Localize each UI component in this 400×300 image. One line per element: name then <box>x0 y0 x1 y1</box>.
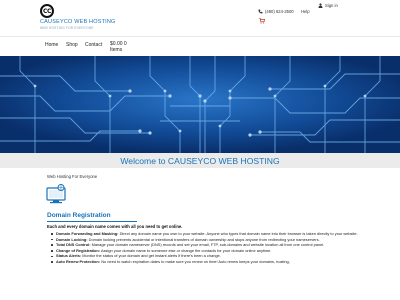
help-label: Help <box>301 9 310 14</box>
phone-link[interactable]: (480) 624-2500 <box>258 9 294 14</box>
nav-shop[interactable]: Shop <box>66 42 78 48</box>
site-header: CC CAUSEYCO WEB HOSTING WEB HOSTING FOR … <box>0 0 400 36</box>
feature-term: Domain Forwarding and Masking: <box>56 231 119 236</box>
cart-items-label: Items <box>110 47 123 53</box>
welcome-title: Welcome to CAUSEYCO WEB HOSTING <box>120 156 280 166</box>
service-title: Domain Registration <box>47 212 111 219</box>
domain-registration-icon <box>46 184 66 206</box>
feature-term: Change of Registration: <box>56 247 101 253</box>
list-item: Auto Renew Protection: No need to watch … <box>51 259 361 265</box>
nav-home[interactable]: Home <box>45 42 58 48</box>
hero-banner <box>0 56 400 153</box>
feature-text: No need to watch expiration dates to mak… <box>101 258 290 264</box>
feature-list: Domain Forwarding and Masking: Direct an… <box>51 231 361 265</box>
feature-term: Domain Locking: <box>56 236 88 242</box>
main-nav: Home Shop Contact $0.00 0 Items <box>0 36 400 56</box>
service-title-divider <box>47 221 137 222</box>
brand-name[interactable]: CAUSEYCO WEB HOSTING <box>40 19 116 25</box>
cart-icon[interactable] <box>259 18 266 24</box>
feature-text: Monitor the status of your domain and ge… <box>82 253 221 259</box>
feature-text: Domain locking prevents accidental or in… <box>88 236 320 242</box>
page-tagline: Web Hosting For Everyone <box>47 174 98 179</box>
user-icon <box>318 3 323 8</box>
phone-icon <box>258 9 263 14</box>
help-link[interactable]: Help <box>301 9 310 14</box>
phone-number: (480) 624-2500 <box>265 9 294 14</box>
welcome-band: Welcome to CAUSEYCO WEB HOSTING <box>0 153 400 168</box>
feature-term: Auto Renew Protection: <box>56 258 101 264</box>
service-intro: Each and every domain name comes with al… <box>47 224 183 229</box>
feature-text: Assign your domain name to someone else … <box>100 247 272 253</box>
logo-icon[interactable]: CC <box>40 4 54 18</box>
brand-tagline: WEB HOSTING FOR EVERYONE <box>40 26 94 30</box>
logo-text: CC <box>42 7 51 15</box>
nav-cart-total[interactable]: $0.00 0 Items <box>110 41 127 53</box>
circuit-board-image <box>0 56 400 153</box>
signin-link[interactable]: Sign in <box>318 3 338 8</box>
feature-term: Total DNS Control: <box>56 242 91 248</box>
signin-label: Sign in <box>325 3 338 8</box>
nav-contact[interactable]: Contact <box>85 42 102 48</box>
feature-term: Status Alerts: <box>56 253 82 259</box>
feature-text: Manage your domain nameserver (DNS) reco… <box>91 242 325 248</box>
feature-text: Direct any domain name you own to your w… <box>119 231 358 236</box>
